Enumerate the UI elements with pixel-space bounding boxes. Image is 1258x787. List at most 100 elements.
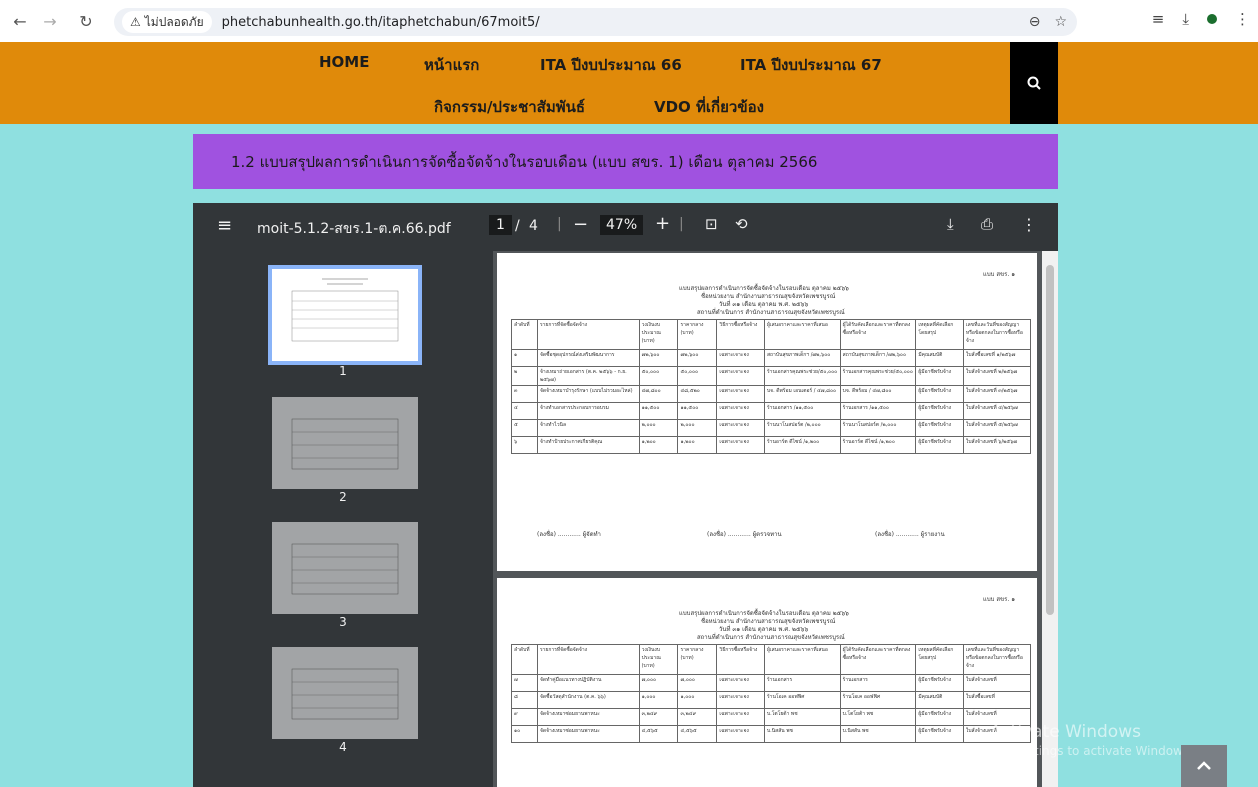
table-cell: จ้างทำเอกสารประกอบการอบรม: [536, 402, 640, 420]
activate-windows-subtext: Go to Settings to activate Windows.: [978, 744, 1193, 758]
zoom-out-button[interactable]: −: [573, 214, 588, 235]
table-cell: ๔๗,๘๐๐: [638, 385, 679, 403]
table-cell: ผู้มีอาชีพรับจ้าง: [915, 366, 964, 386]
table-cell: ผู้มีอาชีพรับจ้าง: [915, 674, 964, 692]
header-cell: ลำดับที่: [511, 319, 538, 350]
thumbnail-label-2: 2: [339, 490, 347, 504]
table-cell: เฉพาะเจาะจง: [716, 436, 765, 454]
back-icon[interactable]: ←: [8, 9, 32, 33]
table-cell: ๒: [511, 366, 538, 386]
fit-page-icon[interactable]: ⊡: [705, 215, 718, 233]
signature-preparer: (ลงชื่อ) ............ ผู้จัดทำ: [537, 531, 601, 538]
table-cell: ใบสั่งซื้อเลขที่ ๑/๒๕๖๗: [962, 349, 1032, 367]
profile-icon[interactable]: [1207, 14, 1217, 24]
thumbnail-page-1[interactable]: [268, 265, 422, 365]
search-button[interactable]: [1010, 42, 1058, 124]
page-number-input[interactable]: 1: [489, 215, 512, 235]
nav-ita67[interactable]: ITA ปีงบประมาณ 67: [740, 53, 882, 77]
url-text[interactable]: phetchabunhealth.go.th/itaphetchabun/67m…: [222, 15, 540, 30]
table-cell: บ.นิสสัน พช: [763, 725, 841, 743]
table-cell: จ้างทำป้ายประกาศเกียรติคุณ: [536, 436, 640, 454]
header-cell: วงเงินงบประมาณ (บาท): [638, 319, 679, 350]
table-cell: ผู้มีอาชีพรับจ้าง: [915, 725, 964, 743]
table-cell: จัดซื้อชุดอุปกรณ์ส่งเสริมพัฒนาการ: [536, 349, 640, 367]
more-options-icon[interactable]: ⋮: [1021, 215, 1037, 234]
security-chip[interactable]: ⚠ ไม่ปลอดภัย: [122, 11, 212, 33]
table-cell: มีคุณสมบัติ: [915, 691, 964, 709]
pdf-page-1: แบบ สขร. ๑ แบบสรุปผลการดำเนินการจัดซื้อจ…: [497, 253, 1037, 571]
bookmark-star-icon[interactable]: ☆: [1054, 14, 1067, 30]
forward-icon[interactable]: →: [38, 9, 62, 33]
thumbnail-page-4[interactable]: [272, 647, 418, 739]
table-cell: ๑,๒๐๐: [677, 436, 718, 454]
table-cell: ๕๐,๐๐๐: [638, 366, 679, 386]
nav-ita66[interactable]: ITA ปีงบประมาณ 66: [540, 53, 682, 77]
pdf-scrollbar-thumb[interactable]: [1046, 265, 1054, 615]
table-cell: เฉพาะเจาะจง: [716, 419, 765, 437]
table-cell: จัดจ้างเหมาซ่อมยานพาหนะ: [536, 708, 640, 726]
zoom-input[interactable]: 47%: [600, 215, 644, 235]
table-cell: ใบสั่งจ้างเลขที่ ๓/๒๕๖๗: [962, 385, 1032, 403]
download-pdf-icon[interactable]: ⤓: [947, 215, 954, 233]
zoom-icon[interactable]: ⊖: [1029, 14, 1041, 30]
doc-title-4: สถานที่ดำเนินการ สำนักงานสาธารณสุขจังหวั…: [697, 634, 845, 641]
table-cell: ๑๐: [511, 725, 538, 743]
thumbnail-page-2[interactable]: [272, 397, 418, 489]
table-cell: ร้านเอกสารคุณพระช่วย/๕๐,๐๐๐: [839, 366, 917, 386]
hamburger-menu-icon[interactable]: ≡: [217, 215, 232, 236]
table-cell: ๑: [511, 349, 538, 367]
address-bar[interactable]: ⚠ ไม่ปลอดภัย phetchabunhealth.go.th/itap…: [114, 8, 1077, 36]
table-cell: เฉพาะเจาะจง: [716, 708, 765, 726]
table-cell: ๗,๐๐๐: [638, 674, 679, 692]
table-cell: ร้านเอกสาร /๑๑,๕๐๐: [839, 402, 917, 420]
table-row: ๖ จ้างทำป้ายประกาศเกียรติคุณ ๑,๒๐๐ ๑,๒๐๐…: [511, 436, 1032, 454]
table-cell: ผู้มีอาชีพรับจ้าง: [915, 436, 964, 454]
page-separator: /: [515, 218, 520, 234]
media-icon[interactable]: ≡: [1152, 10, 1165, 28]
thumbnail-label-4: 4: [339, 740, 347, 754]
download-icon[interactable]: ⤓: [1182, 10, 1189, 28]
header-cell: วิธีการซื้อหรือจ้าง: [716, 319, 765, 350]
pdf-filename: moit-5.1.2-สขร.1-ต.ค.66.pdf: [257, 221, 451, 237]
header-cell: ราคากลาง (บาท): [677, 319, 718, 350]
table-cell: ร้านนาโนสปอร์ต /๒,๐๐๐: [839, 419, 917, 437]
table-cell: จ้างเหมาถ่ายเอกสาร (ต.ค. ๒๕๖๖ - ก.ย. ๒๕๖…: [536, 366, 640, 386]
nav-vdo[interactable]: VDO ที่เกี่ยวข้อง: [654, 95, 764, 119]
zoom-in-button[interactable]: +: [655, 213, 670, 234]
thumbnail-label-3: 3: [339, 615, 347, 629]
table-cell: ๙: [511, 708, 538, 726]
menu-kebab-icon[interactable]: ⋮: [1235, 10, 1250, 28]
rotate-icon[interactable]: ⟲: [735, 215, 748, 233]
browser-toolbar: ← → ↻ ⚠ ไม่ปลอดภัย phetchabunhealth.go.t…: [0, 0, 1258, 42]
header-cell: วิธีการซื้อหรือจ้าง: [716, 644, 765, 675]
back-to-top-button[interactable]: [1181, 745, 1227, 787]
table-cell: สถาบันสุขภาพเด็กฯ /๗๒,๖๐๐: [763, 349, 841, 367]
table-cell: ร้านเอกสาร: [839, 674, 917, 692]
pdf-scrollbar[interactable]: [1042, 251, 1058, 787]
table-cell: ใบสั่งจ้างเลขที่ ๕/๒๕๖๗: [962, 419, 1032, 437]
form-code: แบบ สขร. ๑: [983, 596, 1016, 603]
header-cell: ผู้เสนอราคาและราคาที่เสนอ: [763, 644, 841, 675]
header-cell: ลำดับที่: [511, 644, 538, 675]
table-cell: บจ. ดีพร้อม / ๔๗,๘๐๐: [839, 385, 917, 403]
thumbnail-label-1: 1: [339, 364, 347, 378]
table-cell: ผู้มีอาชีพรับจ้าง: [915, 385, 964, 403]
table-cell: ๘: [511, 691, 538, 709]
table-cell: ร้านเอกสารคุณพระช่วย/๕๐,๐๐๐: [763, 366, 841, 386]
reload-icon[interactable]: ↻: [74, 9, 98, 33]
thumbnail-sidebar: 1 2 3 4: [193, 251, 493, 787]
table-cell: สถาบันสุขภาพเด็กฯ /๗๒,๖๐๐: [839, 349, 917, 367]
thumbnail-preview: [291, 668, 399, 720]
table-cell: ๕: [511, 419, 538, 437]
nav-main-page[interactable]: หน้าแรก: [424, 53, 479, 77]
table-cell: ร้านเอกสาร /๑๑,๕๐๐: [763, 402, 841, 420]
table-header-row: ลำดับที่ รายการที่จัดซื้อจัดจ้าง วงเงินง…: [511, 319, 1032, 350]
nav-activities[interactable]: กิจกรรม/ประชาสัมพันธ์: [434, 95, 585, 119]
print-icon[interactable]: ⎙: [981, 215, 993, 233]
pdf-toolbar: ≡ moit-5.1.2-สขร.1-ต.ค.66.pdf 1 / 4 | − …: [193, 203, 1058, 251]
thumbnail-page-3[interactable]: [272, 522, 418, 614]
activate-windows-watermark: Activate Windows: [990, 722, 1141, 742]
table-cell: จัดซื้อวัสดุสำนักงาน (ต.ค. ๖๖): [536, 691, 640, 709]
nav-home[interactable]: HOME: [319, 53, 369, 71]
thumbnail-preview: [291, 278, 399, 342]
